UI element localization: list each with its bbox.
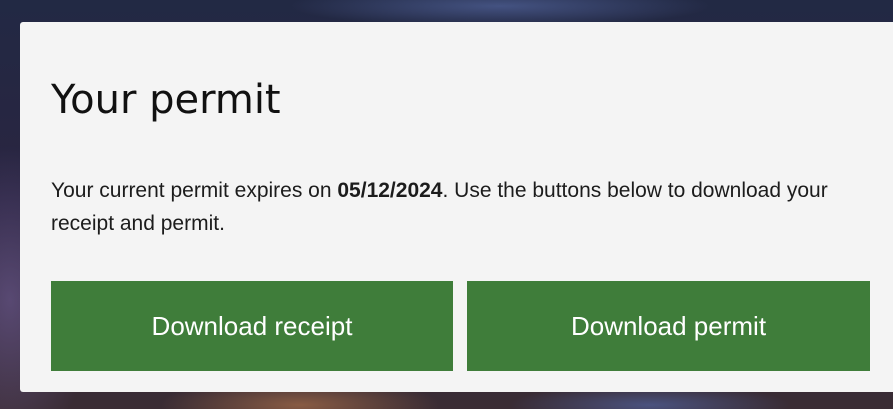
page-title: Your permit (51, 77, 281, 123)
permit-description: Your current permit expires on 05/12/202… (51, 174, 841, 240)
permit-card: Your permit Your current permit expires … (20, 22, 893, 392)
download-permit-button[interactable]: Download permit (467, 281, 870, 371)
description-text-before: Your current permit expires on (51, 179, 338, 202)
download-receipt-button[interactable]: Download receipt (51, 281, 453, 371)
expiry-date: 05/12/2024 (337, 179, 443, 202)
